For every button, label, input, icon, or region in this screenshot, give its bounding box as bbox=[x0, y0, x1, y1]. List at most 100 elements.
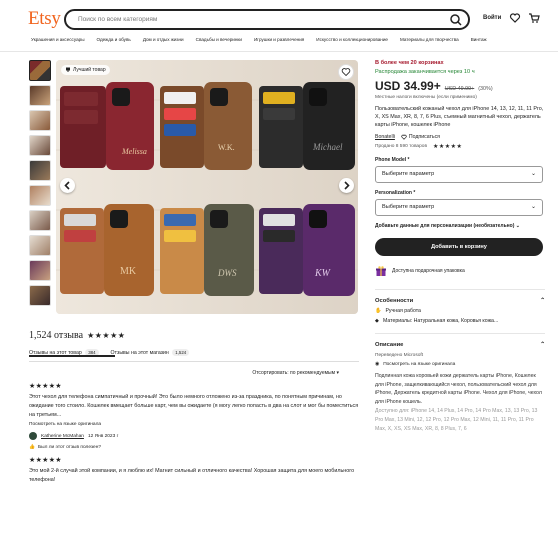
old-price: USD 49.99+ bbox=[444, 86, 475, 92]
shop-name[interactable]: Bonatelli bbox=[375, 134, 395, 140]
heart-icon bbox=[401, 134, 407, 140]
helpful-button[interactable]: 👍 Был ли этот отзыв полезен? bbox=[29, 445, 359, 450]
description-heading: Описание bbox=[375, 342, 404, 348]
author-name[interactable]: Katherine McMahan bbox=[41, 434, 84, 439]
hand-icon: ✋ bbox=[375, 308, 382, 314]
review-item: ★★★★★ Этот чехол для телефона симпатичны… bbox=[29, 382, 359, 450]
globe-icon: ◉ bbox=[375, 362, 380, 367]
follow-button[interactable]: Подписаться bbox=[401, 134, 440, 140]
show-original-link[interactable]: Посмотреть на языке оригинала bbox=[29, 422, 359, 427]
product-image[interactable]: Melissa W.K. Michael MK DWS KW Лучший то… bbox=[56, 60, 358, 314]
discount: (30%) bbox=[478, 86, 493, 92]
shop-rating-stars: ★★★★★ bbox=[433, 144, 463, 150]
review-tabs: Отзывы на этот товар 384 Отзывы на этот … bbox=[29, 349, 359, 362]
gift-wrap-row: Доступна подарочная упаковка bbox=[375, 265, 545, 277]
svg-text:KW: KW bbox=[314, 268, 332, 279]
translated-by[interactable]: Переведено Microsoft bbox=[375, 353, 545, 358]
shop-row: Bonatelli Подписаться bbox=[375, 134, 545, 140]
category-link[interactable]: Искусство и коллекционирование bbox=[316, 37, 388, 42]
price-row: USD 34.99+ USD 49.99+ (30%) bbox=[375, 79, 545, 93]
description-text-faded: Доступно для: iPhone 14, 14 Plus, 14 Pro… bbox=[375, 408, 538, 432]
sales-row: Продано 8 590 товаров ★★★★★ bbox=[375, 143, 545, 150]
description-header[interactable]: Описание ⌃ bbox=[375, 342, 545, 348]
tab-item-reviews[interactable]: Отзывы на этот товар 384 bbox=[29, 349, 115, 357]
sales-count: Продано 8 590 товаров bbox=[375, 144, 427, 149]
price: USD 34.99+ bbox=[375, 79, 441, 93]
helpful-label: Был ли этот отзыв полезен? bbox=[37, 445, 102, 451]
review-text: Это мой 2-й случай этой компании, и я лю… bbox=[29, 468, 355, 484]
category-link[interactable]: Винтаж bbox=[471, 37, 487, 42]
search-icon[interactable] bbox=[448, 12, 464, 27]
review-text: Этот чехол для телефона симпатичный и пр… bbox=[29, 394, 359, 418]
feature-item: ◆ Материалы: Натуральная кожа, Коровья к… bbox=[375, 318, 545, 324]
add-to-cart-button[interactable]: Добавить в корзину bbox=[375, 238, 543, 256]
category-link[interactable]: Материалы для творчества bbox=[400, 37, 459, 42]
features-heading: Особенности bbox=[375, 298, 414, 304]
description-text: Подлинная кожа коровьей кожи держатель к… bbox=[375, 373, 542, 405]
tab-label: Отзывы на этот товар bbox=[29, 350, 82, 356]
chevron-down-icon: ▾ bbox=[336, 370, 339, 376]
select-value: Выберите параметр bbox=[382, 171, 435, 177]
chevron-up-icon: ⌃ bbox=[540, 298, 545, 304]
svg-text:Melissa: Melissa bbox=[121, 147, 147, 156]
cart-icon[interactable] bbox=[528, 12, 540, 24]
sort-dropdown[interactable]: Отсортировать: по рекомендуемым ▾ bbox=[29, 370, 339, 376]
heart-icon[interactable] bbox=[509, 12, 521, 24]
review-author: Katherine McMahan 12 Янв 2023 г bbox=[29, 432, 359, 441]
thumbnail[interactable] bbox=[29, 260, 51, 281]
category-link[interactable]: Дом и отдых жизни bbox=[143, 37, 184, 42]
gift-icon bbox=[376, 266, 386, 276]
thumbnail-list bbox=[29, 60, 51, 310]
features-header[interactable]: Особенности ⌃ bbox=[375, 298, 545, 304]
favorite-heart-icon[interactable] bbox=[338, 64, 354, 80]
phone-model-select[interactable]: Выберите параметр ⌄ bbox=[375, 166, 543, 183]
signin-link[interactable]: Войти bbox=[483, 15, 501, 21]
thumbnail[interactable] bbox=[29, 185, 51, 206]
description-section: Описание ⌃ Переведено Microsoft ◉ Посмот… bbox=[375, 333, 545, 433]
category-link[interactable]: Свадьбы и вечеринки bbox=[196, 37, 242, 42]
chevron-left-icon[interactable] bbox=[60, 178, 75, 193]
personalization-select[interactable]: Выберите параметр ⌄ bbox=[375, 199, 543, 216]
review-date: 12 Янв 2023 г bbox=[87, 433, 119, 439]
tax-note: Местные налоги включены (если применимо) bbox=[375, 95, 477, 100]
feature-label: Ручная работа bbox=[385, 308, 421, 314]
select-value: Выберите параметр bbox=[382, 204, 435, 210]
chevron-right-icon[interactable] bbox=[339, 178, 354, 193]
svg-text:W.K.: W.K. bbox=[218, 143, 235, 152]
sale-timer: Распродажа заканчивается через 10 ч bbox=[375, 69, 475, 75]
tab-count: 384 bbox=[85, 349, 99, 356]
thumbnail[interactable] bbox=[29, 60, 51, 81]
personalization-label: Personalization * bbox=[375, 190, 416, 196]
search-bar[interactable] bbox=[64, 9, 470, 30]
thumbnail[interactable] bbox=[29, 135, 51, 156]
show-original-link[interactable]: ◉ Посмотреть на языке оригинала bbox=[375, 362, 545, 367]
category-link[interactable]: Одежда и обувь bbox=[97, 37, 131, 42]
thumbs-up-icon: 👍 bbox=[29, 445, 35, 451]
chevron-down-icon: ⌄ bbox=[515, 223, 520, 229]
thumbnail[interactable] bbox=[29, 285, 51, 306]
add-personalization-toggle[interactable]: Добавьте данные для персонализации (необ… bbox=[375, 223, 545, 229]
thumbnail[interactable] bbox=[29, 210, 51, 231]
product-info-panel: В более чем 20 корзинах Распродажа закан… bbox=[375, 60, 545, 433]
rating-stars: ★★★★★ bbox=[87, 331, 126, 340]
review-count: 1,524 отзыва bbox=[29, 330, 84, 341]
category-link[interactable]: Игрушки и развлечения bbox=[254, 37, 304, 42]
thumbnail[interactable] bbox=[29, 235, 51, 256]
follow-label: Подписаться bbox=[408, 134, 440, 140]
etsy-logo[interactable]: Etsy bbox=[28, 8, 61, 30]
thumbnail[interactable] bbox=[29, 110, 51, 131]
header: Etsy Войти Украшения и аксессуары Одежда… bbox=[0, 0, 558, 52]
reviews-section: 1,524 отзыва ★★★★★ Отзывы на этот товар … bbox=[29, 330, 359, 485]
review-item: ★★★★★ Это мой 2-й случай этой компании, … bbox=[29, 456, 359, 485]
review-stars: ★★★★★ bbox=[29, 457, 62, 465]
feature-label: Материалы: Натуральная кожа, Коровья кож… bbox=[383, 318, 499, 324]
category-link[interactable]: Украшения и аксессуары bbox=[31, 37, 85, 42]
material-icon: ◆ bbox=[375, 318, 379, 324]
popular-badge-label: Лучший товар bbox=[73, 67, 106, 73]
thumbnail[interactable] bbox=[29, 85, 51, 106]
thumbnail[interactable] bbox=[29, 160, 51, 181]
phone-model-label: Phone Model * bbox=[375, 157, 410, 163]
search-input[interactable] bbox=[76, 12, 436, 27]
tab-shop-reviews[interactable]: Отзывы на этот магазин 1,524 bbox=[111, 349, 190, 356]
chevron-down-icon: ⌄ bbox=[530, 171, 536, 177]
